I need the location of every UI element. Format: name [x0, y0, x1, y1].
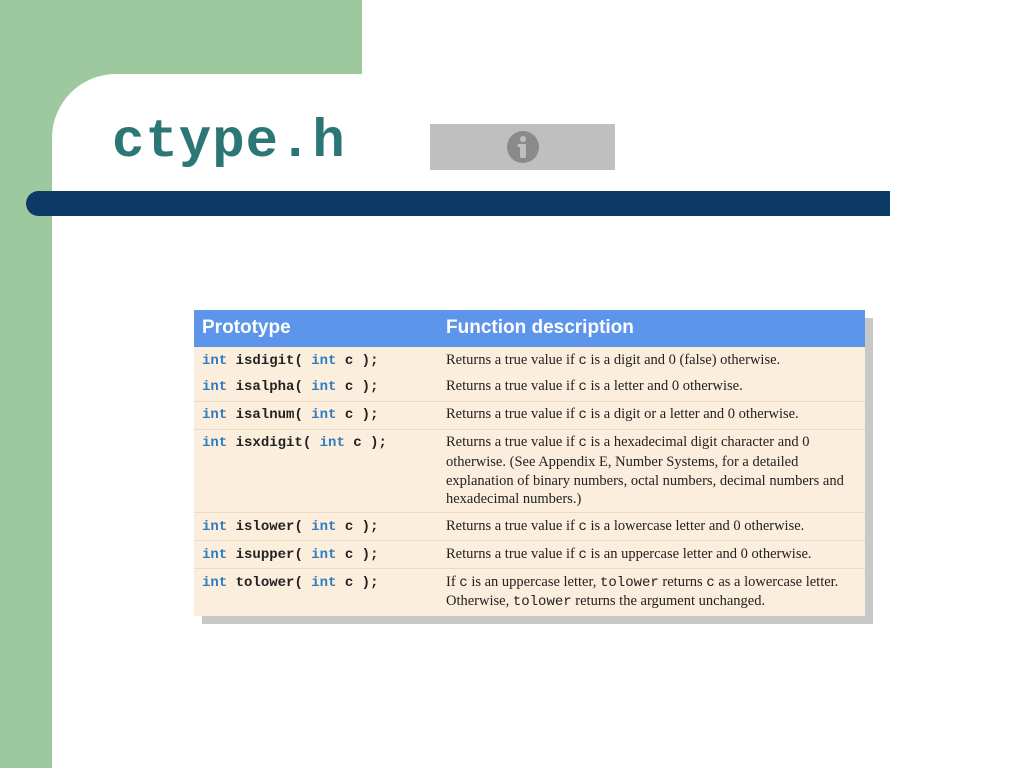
function-name: isupper [236, 547, 295, 563]
left-green-bar [0, 0, 52, 768]
description-text: returns [659, 574, 707, 590]
description-text: is a digit and 0 (false) otherwise. [587, 352, 780, 368]
prototype-text: int isalpha( int c ); [202, 379, 378, 395]
prototype-cell: int isalpha( int c ); [194, 374, 438, 401]
keyword: int [311, 407, 336, 423]
description-text: Returns a true value if [446, 352, 578, 368]
prototype-cell: int isalnum( int c ); [194, 401, 438, 429]
description-text: Returns a true value if [446, 434, 578, 450]
description-text: is a lowercase letter and 0 otherwise. [587, 518, 804, 534]
table-row: int tolower( int c ); If c is an uppercas… [194, 569, 865, 616]
keyword: int [202, 547, 227, 563]
prototype-cell: int tolower( int c ); [194, 569, 438, 616]
keyword: int [311, 575, 336, 591]
description-text: is an uppercase letter and 0 otherwise. [587, 546, 812, 562]
prototype-cell: int isupper( int c ); [194, 541, 438, 569]
prototype-cell: int isxdigit( int c ); [194, 429, 438, 513]
description-cell: Returns a true value if c is a digit or … [438, 401, 865, 429]
arg-tail: c ); [345, 435, 387, 451]
prototype-text: int isalnum( int c ); [202, 407, 378, 423]
description-text: Returns a true value if [446, 378, 578, 394]
prototype-text: int islower( int c ); [202, 519, 378, 535]
keyword: int [202, 519, 227, 535]
inline-code: c [578, 379, 586, 395]
inline-code: c [578, 547, 586, 563]
function-name: isxdigit [236, 435, 303, 451]
prototype-text: int tolower( int c ); [202, 575, 378, 591]
description-text: is an uppercase letter, [468, 574, 600, 590]
info-box [430, 124, 615, 170]
keyword: int [311, 519, 336, 535]
arg-tail: c ); [336, 353, 378, 369]
inline-code: c [578, 519, 586, 535]
keyword: int [202, 575, 227, 591]
page-title: ctype.h [112, 112, 346, 173]
description-text: is a letter and 0 otherwise. [587, 378, 743, 394]
keyword: int [202, 407, 227, 423]
description-text: Returns a true value if [446, 518, 578, 534]
description-cell: Returns a true value if c is an uppercas… [438, 541, 865, 569]
keyword: int [202, 379, 227, 395]
inline-code: c [578, 407, 586, 423]
inline-code: c [459, 575, 467, 591]
description-text: is a digit or a letter and 0 otherwise. [587, 406, 799, 422]
function-name: isalpha [236, 379, 295, 395]
description-cell: Returns a true value if c is a hexadecim… [438, 429, 865, 513]
inline-code: c [706, 575, 714, 591]
prototype-text: int isdigit( int c ); [202, 353, 378, 369]
inline-code: tolower [600, 575, 659, 591]
description-text: Returns a true value if [446, 546, 578, 562]
arg-tail: c ); [336, 379, 378, 395]
function-name: islower [236, 519, 295, 535]
table-row: int isdigit( int c ); Returns a true valu… [194, 347, 865, 374]
inline-code: c [578, 435, 586, 451]
table-row: int isalnum( int c ); Returns a true valu… [194, 401, 865, 429]
description-cell: If c is an uppercase letter, tolower ret… [438, 569, 865, 616]
description-text: returns the argument unchanged. [572, 593, 765, 609]
function-table: Prototype Function description int isdig… [194, 310, 865, 616]
keyword: int [202, 435, 227, 451]
description-cell: Returns a true value if c is a lowercase… [438, 513, 865, 541]
function-table-wrap: Prototype Function description int isdig… [194, 310, 865, 616]
description-text: If [446, 574, 459, 590]
function-name: isalnum [236, 407, 295, 423]
table-row: int isupper( int c ); Returns a true valu… [194, 541, 865, 569]
keyword: int [202, 353, 227, 369]
info-icon [505, 129, 541, 165]
keyword: int [311, 353, 336, 369]
inline-code: c [578, 353, 586, 369]
keyword: int [311, 547, 336, 563]
content-card: ctype.h Prototype Function description i… [52, 74, 972, 754]
arg-tail: c ); [336, 519, 378, 535]
arg-tail: c ); [336, 547, 378, 563]
arg-tail: c ); [336, 407, 378, 423]
function-name: tolower [236, 575, 295, 591]
prototype-cell: int isdigit( int c ); [194, 347, 438, 374]
col-prototype: Prototype [194, 310, 438, 347]
arg-tail: c ); [336, 575, 378, 591]
col-description: Function description [438, 310, 865, 347]
table-row: int isxdigit( int c ); Returns a true val… [194, 429, 865, 513]
table-row: int islower( int c ); Returns a true valu… [194, 513, 865, 541]
keyword: int [320, 435, 345, 451]
table-row: int isalpha( int c ); Returns a true valu… [194, 374, 865, 401]
table-header-row: Prototype Function description [194, 310, 865, 347]
keyword: int [311, 379, 336, 395]
title-underline-bar [26, 191, 890, 216]
function-name: isdigit [236, 353, 295, 369]
description-cell: Returns a true value if c is a letter an… [438, 374, 865, 401]
description-cell: Returns a true value if c is a digit and… [438, 347, 865, 374]
inline-code: tolower [513, 594, 572, 610]
prototype-cell: int islower( int c ); [194, 513, 438, 541]
prototype-text: int isxdigit( int c ); [202, 435, 387, 451]
prototype-text: int isupper( int c ); [202, 547, 378, 563]
description-text: Returns a true value if [446, 406, 578, 422]
